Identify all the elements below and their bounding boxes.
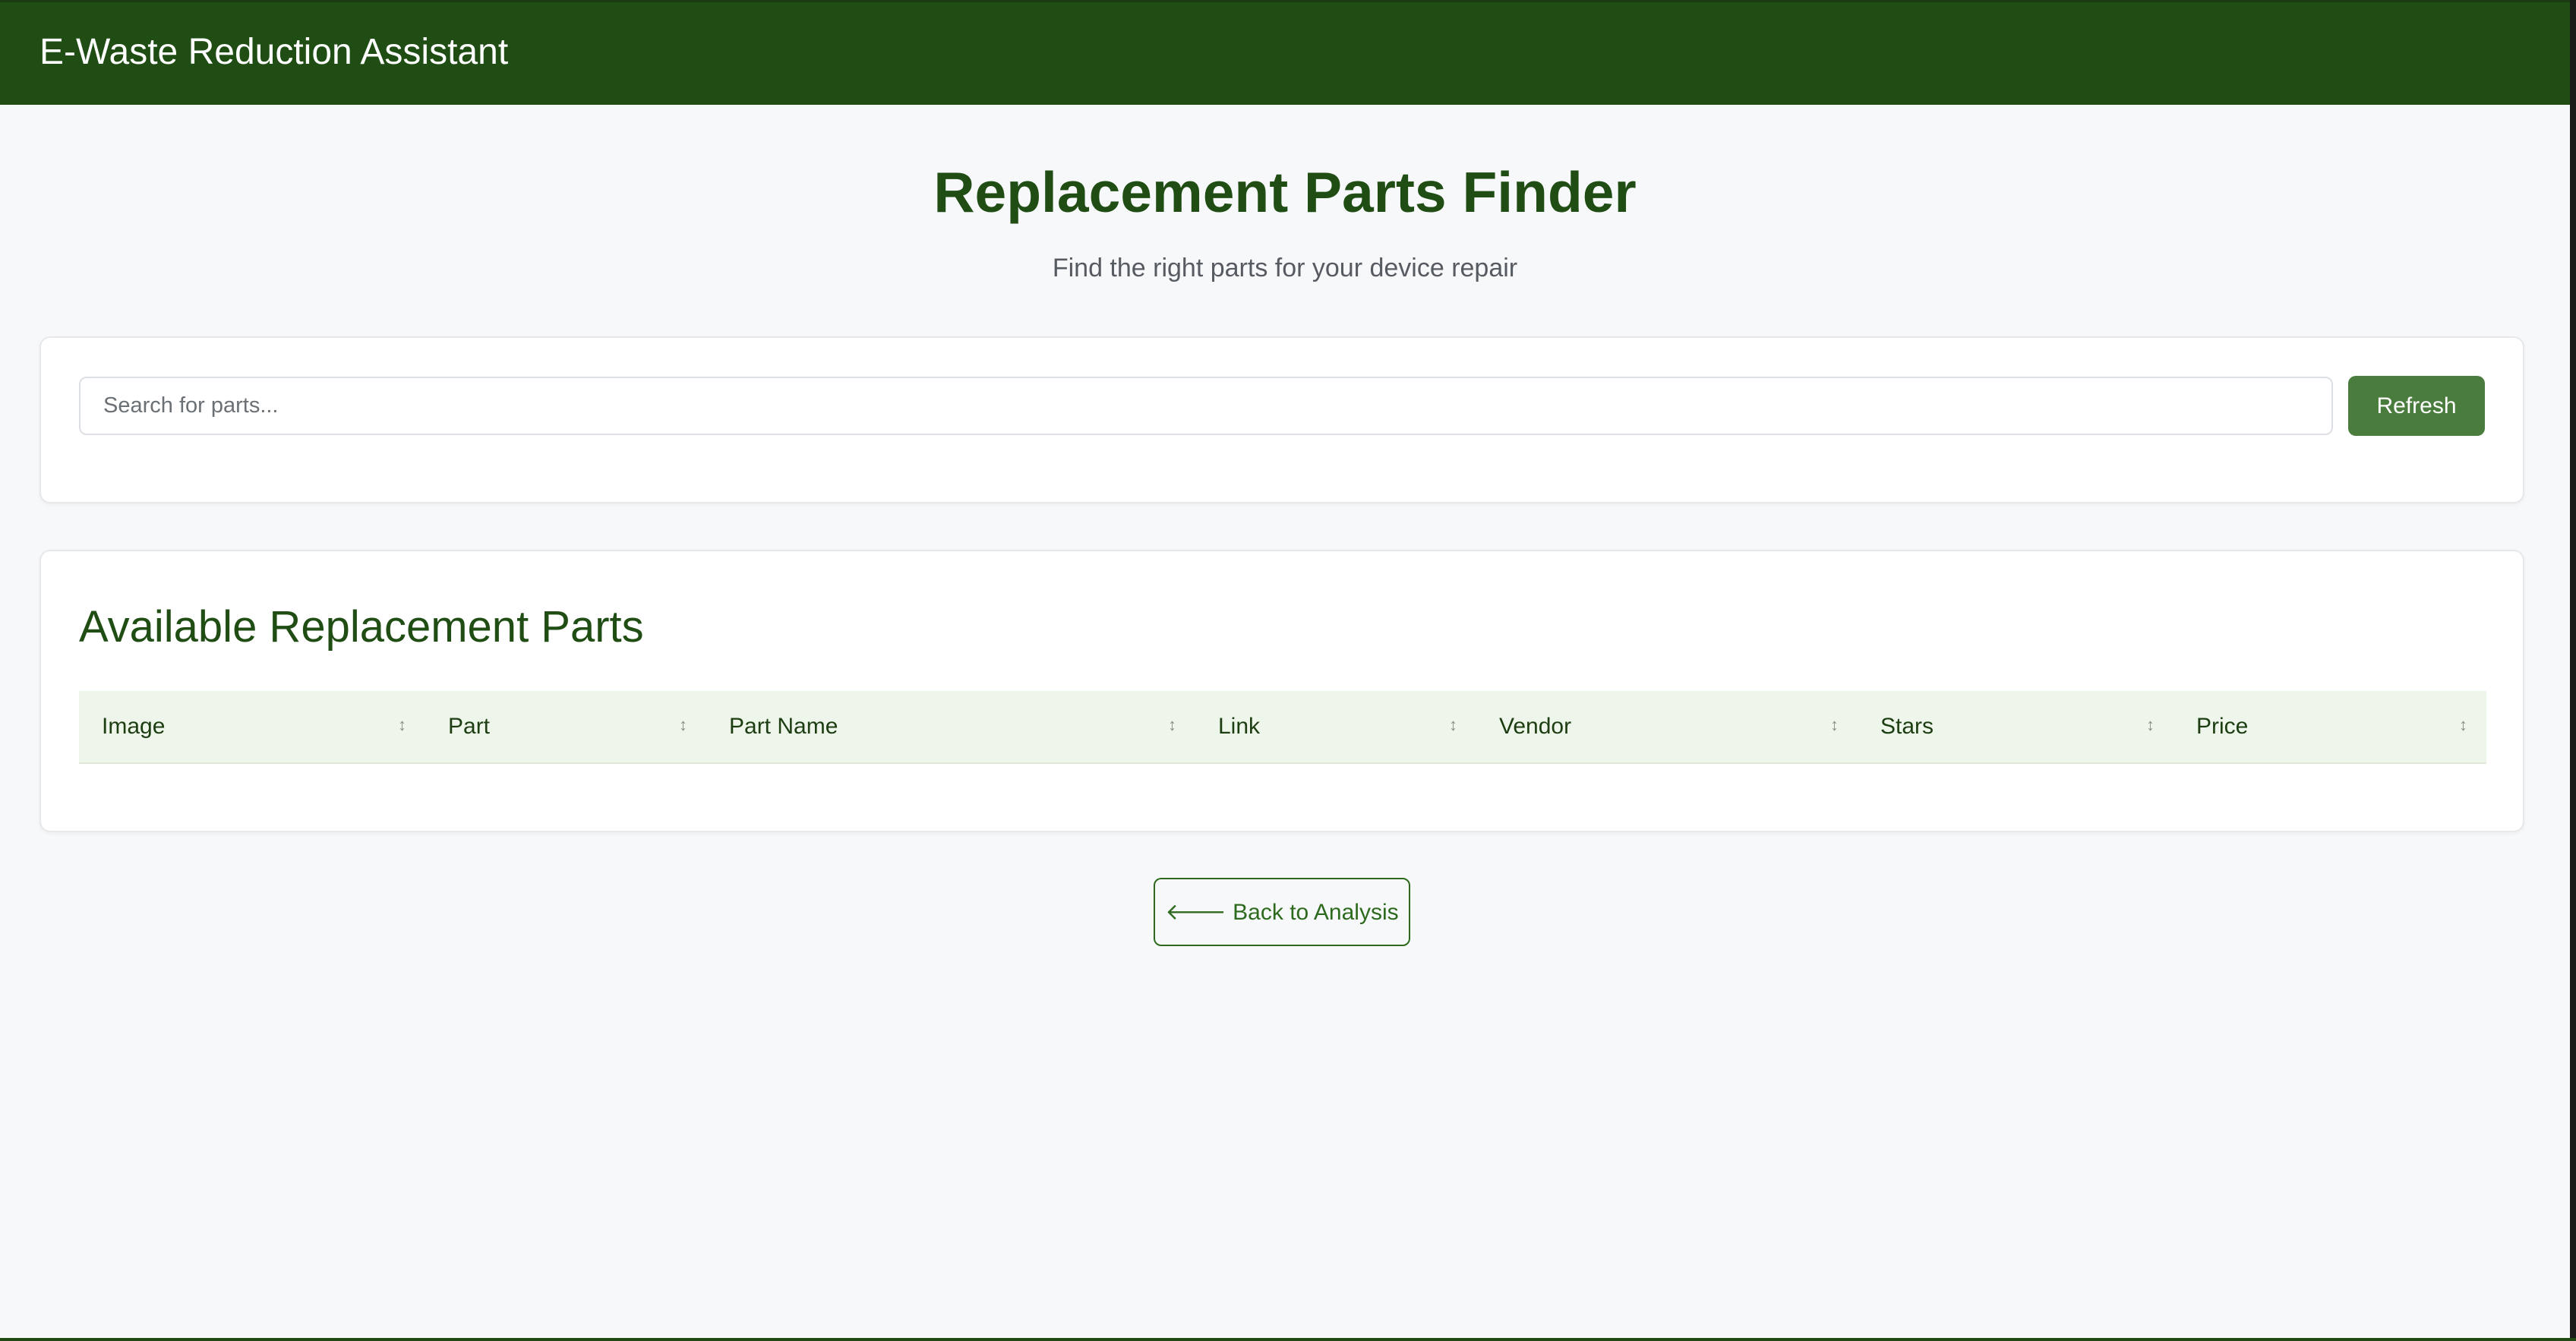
back-button-label: Back to Analysis [1233,900,1399,925]
column-header-part[interactable]: Part ↕ [425,691,706,762]
column-label: Vendor [1499,714,1572,739]
parts-heading: Available Replacement Parts [79,602,644,652]
parts-table-header: Image ↕ Part ↕ Part Name ↕ Link ↕ Vendor… [79,691,2486,764]
column-label: Part [448,714,491,739]
app-title: E-Waste Reduction Assistant [39,32,509,72]
column-label: Link [1218,714,1261,739]
page-subtitle: Find the right parts for your device rep… [1052,254,1518,282]
sort-icon: ↕ [2459,715,2467,734]
column-header-image[interactable]: Image ↕ [79,691,425,762]
column-label: Stars [1880,714,1934,739]
refresh-button[interactable]: Refresh [2348,376,2485,436]
page: E-Waste Reduction Assistant Replacement … [0,0,2570,1338]
sort-icon: ↕ [679,715,687,734]
app-header: E-Waste Reduction Assistant [0,0,2570,105]
parts-card: Available Replacement Parts Image ↕ Part… [39,550,2524,832]
window-edge [2570,0,2576,1341]
arrow-left-icon: 🡐 [1165,900,1226,925]
sort-icon: ↕ [1168,715,1176,734]
column-label: Image [102,714,166,739]
sort-icon: ↕ [1830,715,1839,734]
sort-icon: ↕ [2146,715,2155,734]
column-header-vendor[interactable]: Vendor ↕ [1476,691,1858,762]
sort-icon: ↕ [1449,715,1457,734]
column-header-price[interactable]: Price ↕ [2174,691,2486,762]
column-header-stars[interactable]: Stars ↕ [1858,691,2174,762]
column-label: Price [2196,714,2249,739]
search-input[interactable] [79,377,2333,435]
search-card: Refresh [39,336,2524,503]
page-title: Replacement Parts Finder [933,160,1637,224]
column-header-link[interactable]: Link ↕ [1195,691,1476,762]
sort-icon: ↕ [398,715,406,734]
window-bottom-edge [0,1338,2576,1341]
column-label: Part Name [729,714,838,739]
column-header-part-name[interactable]: Part Name ↕ [706,691,1195,762]
back-to-analysis-button[interactable]: 🡐 Back to Analysis [1154,878,1410,946]
